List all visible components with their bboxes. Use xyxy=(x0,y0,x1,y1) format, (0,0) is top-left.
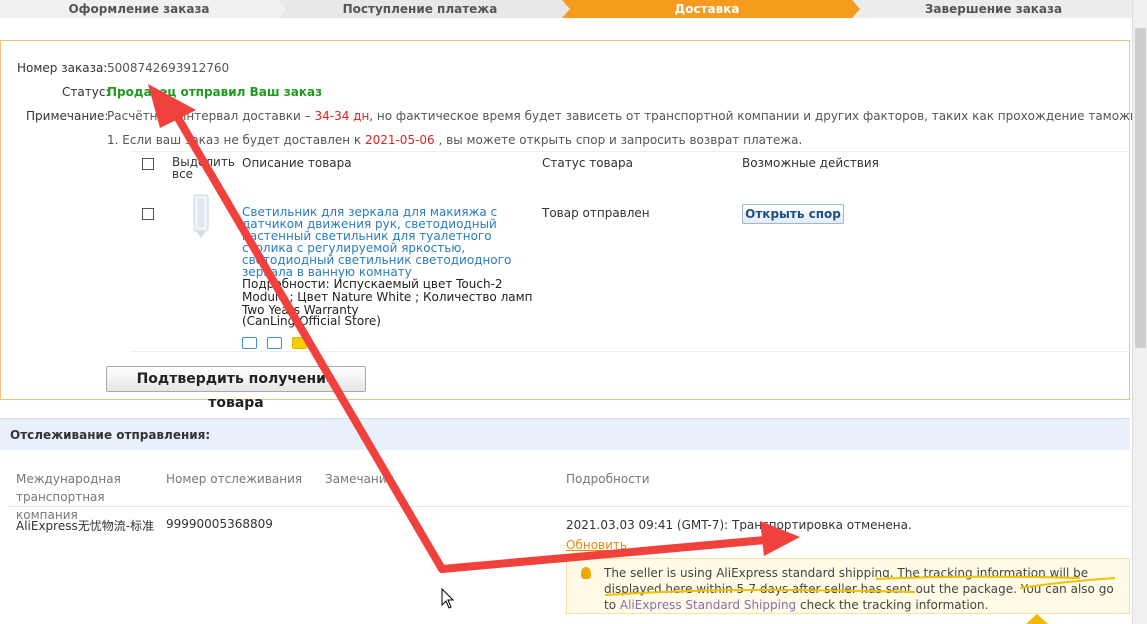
order-number: 5008742693912760 xyxy=(107,61,230,75)
note-suffix: , но фактическое время будет зависеть от… xyxy=(369,109,1147,123)
refresh-link[interactable]: Обновить xyxy=(566,538,627,552)
corner-marker xyxy=(1026,614,1048,624)
dispute-note: 1. Если ваш заказ не будет доставлен к 2… xyxy=(107,133,802,147)
carrier-name: AliExpress无忧物流-标准 xyxy=(16,519,155,533)
scrollbar-thumb[interactable] xyxy=(1135,28,1146,348)
step-order-placed: Оформление заказа xyxy=(0,0,286,18)
step-label: Доставка xyxy=(674,2,740,16)
product-details: Подробности: Испускаемый цвет Touch-2 Mo… xyxy=(242,277,533,317)
product-title-link[interactable]: Светильник для зеркала для макияжа с дат… xyxy=(242,206,534,278)
tracking-section-header: Отслеживание отправления: xyxy=(0,418,1130,450)
order-details-page: Оформление заказа Поступление платежа До… xyxy=(0,0,1147,624)
tracking-info-text: The seller is using AliExpress standard … xyxy=(604,565,1124,613)
mouse-cursor-icon xyxy=(441,588,455,609)
select-all-checkbox[interactable] xyxy=(142,158,154,170)
search-icon[interactable] xyxy=(292,337,307,349)
delivery-note: Расчётный интервал доставки – 34-34 дн, … xyxy=(107,109,1147,123)
note-prefix: Расчётный интервал доставки – xyxy=(107,109,311,123)
col-details-header: Подробности xyxy=(566,472,650,486)
col-remarks-header: Замечания xyxy=(325,472,394,486)
status-label: Статус: xyxy=(62,85,110,99)
shipping-icon[interactable] xyxy=(242,337,257,349)
order-summary-panel: Номер заказа: 5008742693912760 Статус: П… xyxy=(0,40,1147,411)
product-status: Товар отправлен xyxy=(542,206,650,220)
info-text-part2: check the tracking information. xyxy=(796,598,989,612)
open-dispute-button[interactable]: Открыть спор xyxy=(742,204,844,224)
step-order-complete: Завершение заказа xyxy=(852,0,1135,18)
product-thumbnail[interactable] xyxy=(182,191,220,239)
deadline-date: 2021-05-06 xyxy=(361,133,439,147)
tracking-info-notice: The seller is using AliExpress standard … xyxy=(566,558,1130,614)
confirm-receipt-button[interactable]: Подтвердить получение товара xyxy=(106,366,366,411)
note2-prefix: 1. Если ваш заказ не будет доставлен к xyxy=(107,133,362,147)
col-carrier-header: Международная транспортная компания xyxy=(16,472,121,522)
order-status: Продавец отправил Ваш заказ xyxy=(107,85,323,99)
step-payment-received: Поступление платежа xyxy=(278,0,570,18)
product-service-icons xyxy=(242,337,307,349)
tracking-event: 2021.03.03 09:41 (GMT-7): Транспортировк… xyxy=(566,518,912,532)
order-number-label: Номер заказа: xyxy=(17,61,108,75)
order-progress-steps: Оформление заказа Поступление платежа До… xyxy=(0,0,1135,18)
snapshot-icon[interactable] xyxy=(267,337,282,349)
tracking-number: 99990005368809 xyxy=(166,517,273,531)
lightbulb-icon xyxy=(581,567,591,579)
product-checkbox[interactable] xyxy=(142,208,154,220)
col-description-header: Описание товара xyxy=(242,156,352,170)
note2-suffix: , вы можете открыть спор и запросить воз… xyxy=(438,133,803,147)
col-status-header: Статус товара xyxy=(542,156,633,170)
step-label: Завершение заказа xyxy=(924,2,1063,16)
step-chevron xyxy=(852,0,860,18)
step-label: Поступление платежа xyxy=(342,2,498,16)
delivery-days: 34-34 дн xyxy=(310,109,370,123)
select-all-label: Выделить все xyxy=(172,155,235,181)
note-label: Примечание: xyxy=(26,109,109,123)
col-tracking-number-header: Номер отслеживания xyxy=(166,472,303,486)
tracking-divider xyxy=(8,506,1130,507)
store-name: (CanLing Official Store) xyxy=(242,314,381,328)
col-actions-header: Возможные действия xyxy=(742,156,879,170)
step-chevron xyxy=(278,0,286,18)
page-scrollbar[interactable] xyxy=(1132,0,1147,624)
step-chevron xyxy=(562,0,570,18)
step-delivery-active: Доставка xyxy=(562,0,860,18)
step-label: Оформление заказа xyxy=(68,2,210,16)
standard-shipping-link[interactable]: AliExpress Standard Shipping xyxy=(620,598,796,612)
table-divider xyxy=(131,151,1131,152)
table-divider xyxy=(131,351,1131,352)
